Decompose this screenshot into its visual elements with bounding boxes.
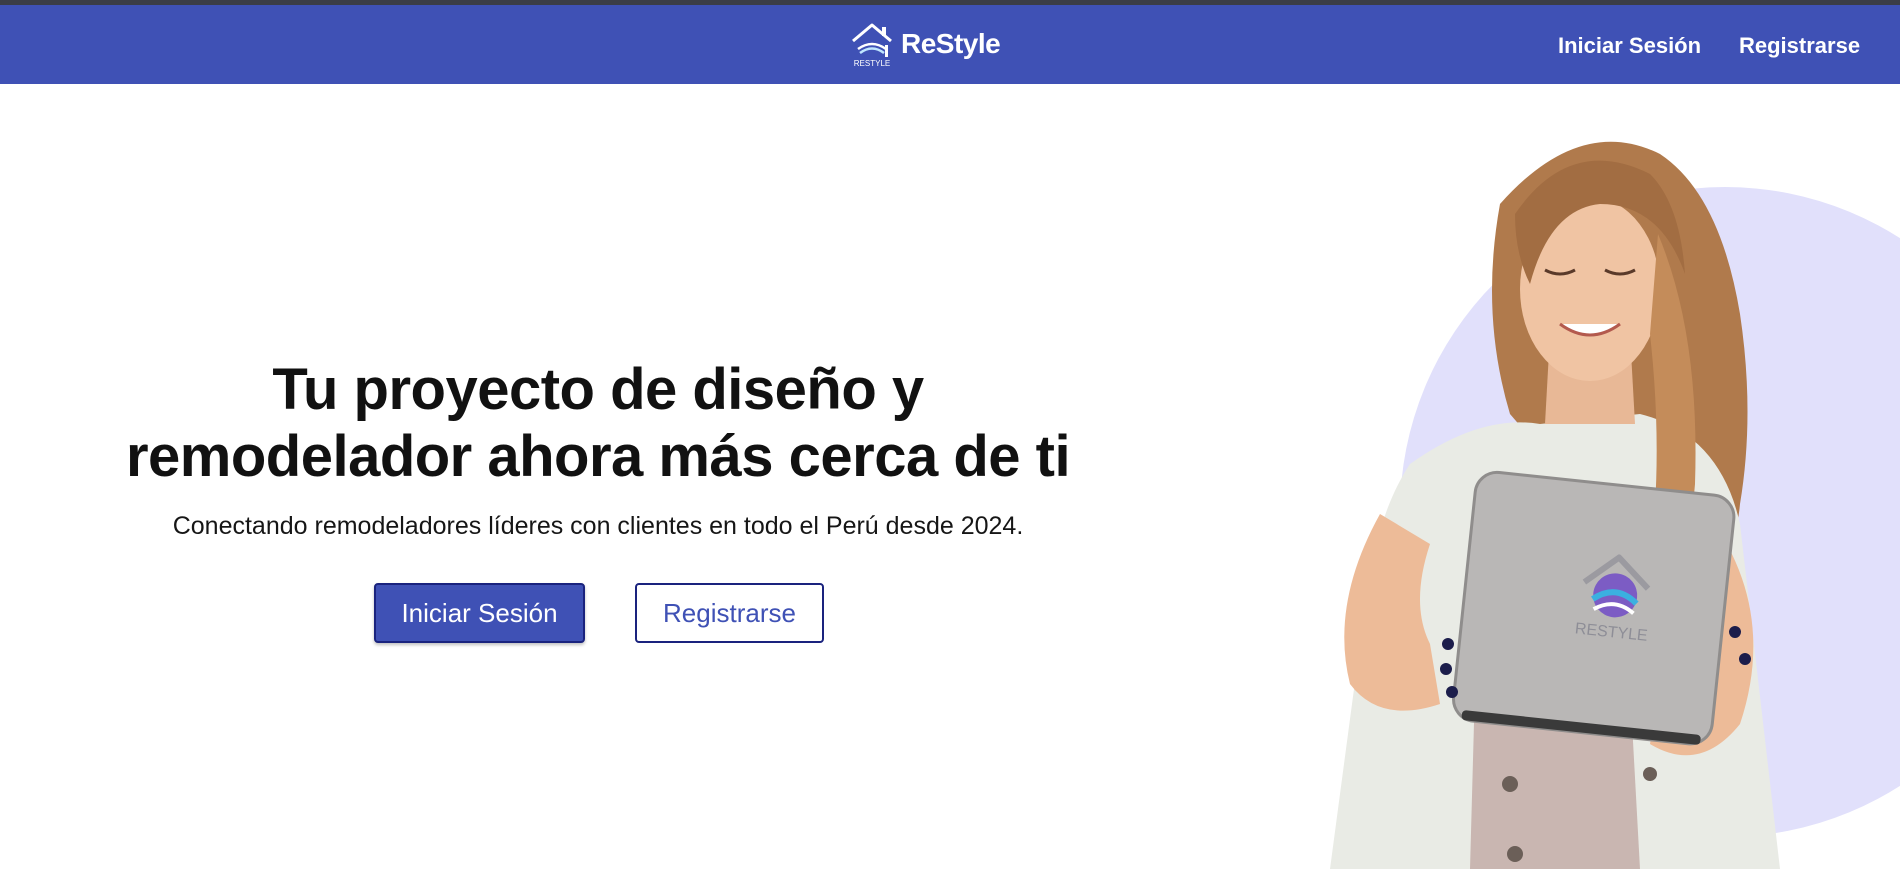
hero-title: Tu proyecto de diseño y remodelador ahor…: [95, 356, 1101, 490]
landing-page: RESTYLE ReStyle Iniciar Sesión Registrar…: [0, 0, 1900, 869]
brand-name: ReStyle: [901, 28, 1001, 59]
hero-illustration: RESTYLE: [1330, 141, 1900, 869]
nav-login-link[interactable]: Iniciar Sesión: [1558, 33, 1701, 59]
hero-title-line-2: remodelador ahora más cerca de ti: [125, 424, 1071, 489]
svg-text:RESTYLE: RESTYLE: [854, 59, 890, 68]
house-logo-icon: RESTYLE: [852, 23, 892, 68]
hero-register-button[interactable]: Registrarse: [635, 583, 824, 643]
brand-logo-link[interactable]: RESTYLE ReStyle: [849, 19, 1001, 69]
nav-register-link[interactable]: Registrarse: [1739, 33, 1860, 59]
navbar: RESTYLE ReStyle Iniciar Sesión Registrar…: [0, 5, 1900, 84]
hero-login-button[interactable]: Iniciar Sesión: [374, 583, 585, 643]
hero-title-line-1: Tu proyecto de diseño y: [272, 357, 924, 422]
hero-subtitle: Conectando remodeladores líderes con cli…: [172, 512, 1024, 540]
tablet: RESTYLE: [1452, 470, 1736, 746]
